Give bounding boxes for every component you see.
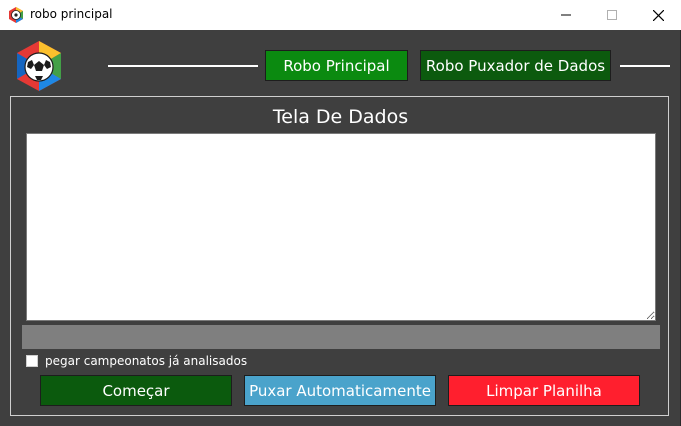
analyzed-leagues-label: pegar campeonatos já analisados [45, 354, 248, 368]
clear-sheet-button[interactable]: Limpar Planilha [448, 375, 640, 406]
soccer-ball-logo-icon [17, 41, 61, 91]
analyzed-leagues-checkbox[interactable] [26, 355, 38, 367]
maximize-icon [607, 10, 617, 20]
data-output-textarea[interactable] [26, 133, 656, 321]
window-title: robo principal [30, 7, 113, 21]
soccer-ball-icon [9, 7, 23, 23]
robo-puxador-button[interactable]: Robo Puxador de Dados [420, 50, 611, 81]
data-panel-title: Tela De Dados [272, 106, 409, 128]
maximize-button[interactable] [589, 0, 635, 30]
header-divider-right [620, 65, 670, 67]
minimize-icon [561, 14, 571, 16]
auto-pull-button[interactable]: Puxar Automaticamente [244, 375, 436, 406]
progress-bar [22, 325, 660, 349]
start-button[interactable]: Começar [40, 375, 232, 406]
minimize-button[interactable] [543, 0, 589, 30]
close-icon [652, 9, 664, 21]
robo-principal-button[interactable]: Robo Principal [265, 50, 408, 81]
header-divider-left [108, 65, 258, 67]
title-bar: robo principal [0, 0, 681, 30]
analyzed-leagues-option[interactable]: pegar campeonatos já analisados [26, 354, 247, 368]
close-button[interactable] [635, 0, 681, 30]
